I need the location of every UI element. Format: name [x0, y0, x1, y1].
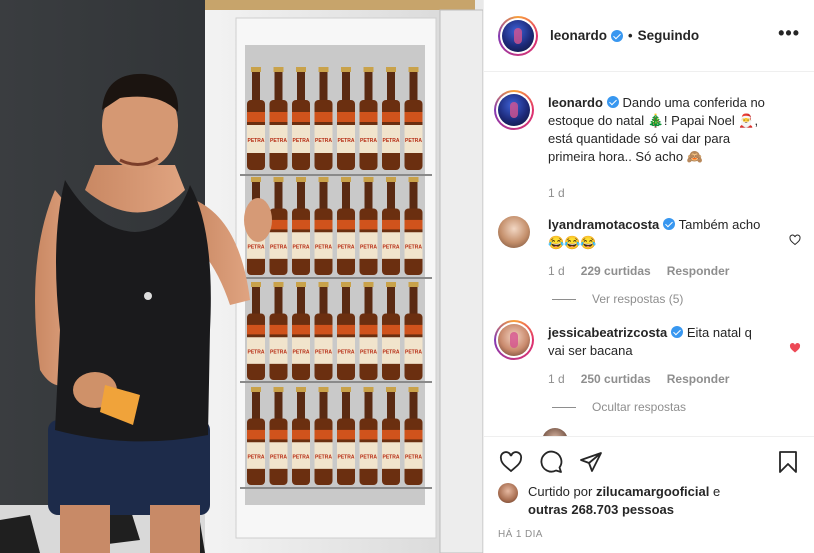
like-button[interactable] — [498, 449, 524, 475]
caption-time[interactable]: 1 d — [548, 184, 565, 202]
svg-text:PETRA: PETRA — [270, 138, 287, 144]
svg-text:PETRA: PETRA — [338, 138, 355, 144]
likes-prefix: Curtido por — [528, 484, 593, 499]
hide-replies-link[interactable]: Ocultar respostas — [552, 400, 801, 414]
svg-text:PETRA: PETRA — [360, 454, 377, 460]
caption-body: leonardo Dando uma conferida no estoque … — [548, 94, 772, 202]
comment-item: jessicabeatrizcosta Eita natal q vai ser… — [494, 320, 801, 388]
comments-section[interactable]: leonardo Dando uma conferida no estoque … — [484, 72, 814, 436]
caption-avatar[interactable] — [494, 90, 534, 130]
svg-text:PETRA: PETRA — [248, 454, 265, 460]
author-avatar[interactable] — [498, 15, 538, 56]
post-side-panel: leonardo • Seguindo ••• leonardo Dando u… — [483, 0, 814, 553]
comment-time[interactable]: 1 d — [548, 262, 565, 280]
post-photo[interactable]: PETRA PETRA PETRA PETRA PETRA PETRA PETRA PETRA… — [0, 0, 483, 553]
svg-text:PETRA: PETRA — [383, 349, 400, 355]
reply-avatar[interactable] — [542, 428, 568, 436]
svg-text:PETRA: PETRA — [405, 454, 422, 460]
view-replies-link[interactable]: Ver respostas (5) — [552, 292, 801, 306]
verified-badge-icon — [606, 96, 619, 108]
likes-summary: Curtido por zilucamargooficial e outras … — [498, 483, 801, 519]
svg-text:PETRA: PETRA — [315, 454, 332, 460]
verified-badge-icon — [663, 218, 676, 230]
svg-text:PETRA: PETRA — [360, 244, 377, 250]
share-button[interactable] — [578, 449, 604, 475]
comment-username[interactable]: lyandramotacosta — [548, 217, 659, 232]
caption: leonardo Dando uma conferida no estoque … — [494, 90, 801, 202]
view-replies-label[interactable]: Ver respostas (5) — [592, 292, 683, 306]
paper-plane-icon — [580, 452, 602, 472]
svg-text:PETRA: PETRA — [248, 244, 265, 250]
svg-text:PETRA: PETRA — [315, 138, 332, 144]
comment-liked-heart-icon[interactable] — [789, 342, 801, 354]
liker-username[interactable]: zilucamargooficial — [596, 484, 709, 499]
svg-text:PETRA: PETRA — [315, 244, 332, 250]
svg-text:PETRA: PETRA — [338, 244, 355, 250]
comment-body: lyandramotacosta Também acho 😂😂😂 1 d 229… — [548, 216, 772, 280]
comment-time[interactable]: 1 d — [548, 370, 565, 388]
verified-badge-icon — [611, 29, 624, 42]
svg-text:PETRA: PETRA — [360, 138, 377, 144]
comment-likes[interactable]: 250 curtidas — [581, 370, 651, 388]
likes-count[interactable]: outras 268.703 pessoas — [528, 502, 674, 517]
likes-text: Curtido por zilucamargooficial e outras … — [528, 483, 720, 519]
svg-text:PETRA: PETRA — [293, 138, 310, 144]
hide-replies-label[interactable]: Ocultar respostas — [592, 400, 686, 414]
commenter-avatar[interactable] — [494, 320, 534, 360]
svg-text:PETRA: PETRA — [383, 454, 400, 460]
svg-text:PETRA: PETRA — [270, 454, 287, 460]
svg-text:PETRA: PETRA — [405, 138, 422, 144]
svg-text:PETRA: PETRA — [270, 349, 287, 355]
svg-text:PETRA: PETRA — [405, 244, 422, 250]
svg-text:PETRA: PETRA — [248, 138, 265, 144]
svg-text:PETRA: PETRA — [405, 349, 422, 355]
svg-text:PETRA: PETRA — [338, 349, 355, 355]
likes-and: e — [712, 484, 721, 499]
post-actions: Curtido por zilucamargooficial e outras … — [484, 436, 814, 553]
comment-item: lyandramotacosta Também acho 😂😂😂 1 d 229… — [498, 216, 801, 280]
action-icons — [498, 437, 801, 481]
separator-dot: • — [628, 28, 633, 43]
reply-button[interactable]: Responder — [667, 370, 730, 388]
svg-text:PETRA: PETRA — [293, 349, 310, 355]
save-button[interactable] — [775, 449, 801, 475]
heart-icon — [499, 451, 523, 473]
svg-text:PETRA: PETRA — [315, 349, 332, 355]
caption-meta: 1 d — [548, 184, 772, 202]
svg-text:PETRA: PETRA — [383, 138, 400, 144]
caption-username[interactable]: leonardo — [548, 95, 603, 110]
reply-button[interactable]: Responder — [667, 262, 730, 280]
svg-text:PETRA: PETRA — [270, 244, 287, 250]
bookmark-icon — [779, 451, 797, 473]
liker-avatar[interactable] — [498, 483, 518, 503]
svg-text:PETRA: PETRA — [248, 349, 265, 355]
author-username[interactable]: leonardo — [550, 28, 607, 43]
comment-body: jessicabeatrizcosta Eita natal q vai ser… — [548, 324, 772, 388]
comment-likes[interactable]: 229 curtidas — [581, 262, 651, 280]
svg-text:PETRA: PETRA — [338, 454, 355, 460]
comment-meta: 1 d 229 curtidas Responder — [548, 262, 772, 280]
commenter-avatar[interactable] — [498, 216, 530, 248]
comment-meta: 1 d 250 curtidas Responder — [548, 370, 772, 388]
comment-button[interactable] — [538, 449, 564, 475]
verified-badge-icon — [671, 326, 684, 338]
post-timestamp[interactable]: Há 1 dia — [498, 529, 801, 540]
more-options-icon[interactable]: ••• — [778, 24, 800, 42]
comment-bubble-icon — [540, 450, 563, 473]
fridge-photo: PETRA PETRA PETRA PETRA PETRA PETRA PETRA PETRA… — [0, 0, 483, 553]
comment-username[interactable]: jessicabeatrizcosta — [548, 325, 667, 340]
svg-text:PETRA: PETRA — [293, 244, 310, 250]
svg-text:PETRA: PETRA — [360, 349, 377, 355]
comment-like-heart-icon[interactable] — [789, 234, 801, 246]
svg-text:PETRA: PETRA — [293, 454, 310, 460]
svg-text:PETRA: PETRA — [383, 244, 400, 250]
following-button[interactable]: Seguindo — [638, 28, 700, 43]
post-header: leonardo • Seguindo ••• — [484, 0, 814, 72]
